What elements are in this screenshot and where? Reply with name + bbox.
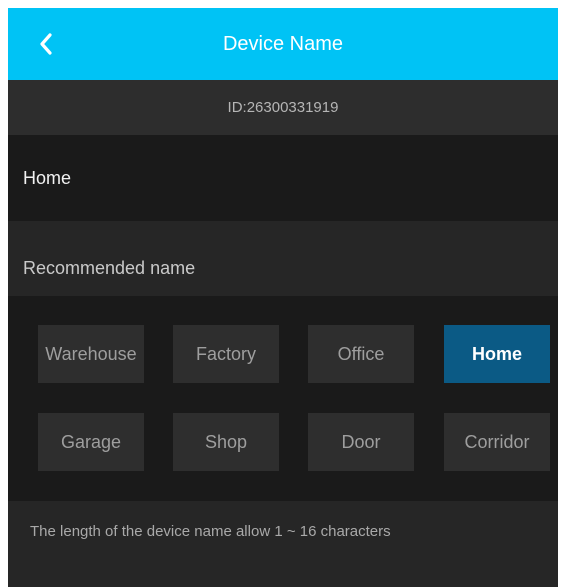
name-length-hint-row: The length of the device name allow 1 ~ …: [8, 501, 558, 587]
device-id: ID:26300331919: [8, 80, 558, 135]
name-option-warehouse[interactable]: Warehouse: [38, 325, 144, 383]
app-header: Device Name: [8, 8, 558, 80]
device-name-screen: Device Name ID:26300331919 Recommended n…: [8, 8, 558, 587]
name-option-shop[interactable]: Shop: [173, 413, 279, 471]
recommended-name-header: Recommended name: [8, 221, 558, 296]
name-option-garage[interactable]: Garage: [38, 413, 144, 471]
name-length-hint: The length of the device name allow 1 ~ …: [30, 523, 391, 540]
name-option-factory[interactable]: Factory: [173, 325, 279, 383]
name-option-office[interactable]: Office: [308, 325, 414, 383]
device-name-row: [8, 135, 558, 221]
name-option-home[interactable]: Home: [444, 325, 550, 383]
name-option-door[interactable]: Door: [308, 413, 414, 471]
recommended-name-options: Warehouse Factory Office Home Garage Sho…: [8, 296, 558, 501]
device-name-input[interactable]: [23, 135, 543, 221]
name-option-corridor[interactable]: Corridor: [444, 413, 550, 471]
page-title: Device Name: [222, 33, 344, 55]
